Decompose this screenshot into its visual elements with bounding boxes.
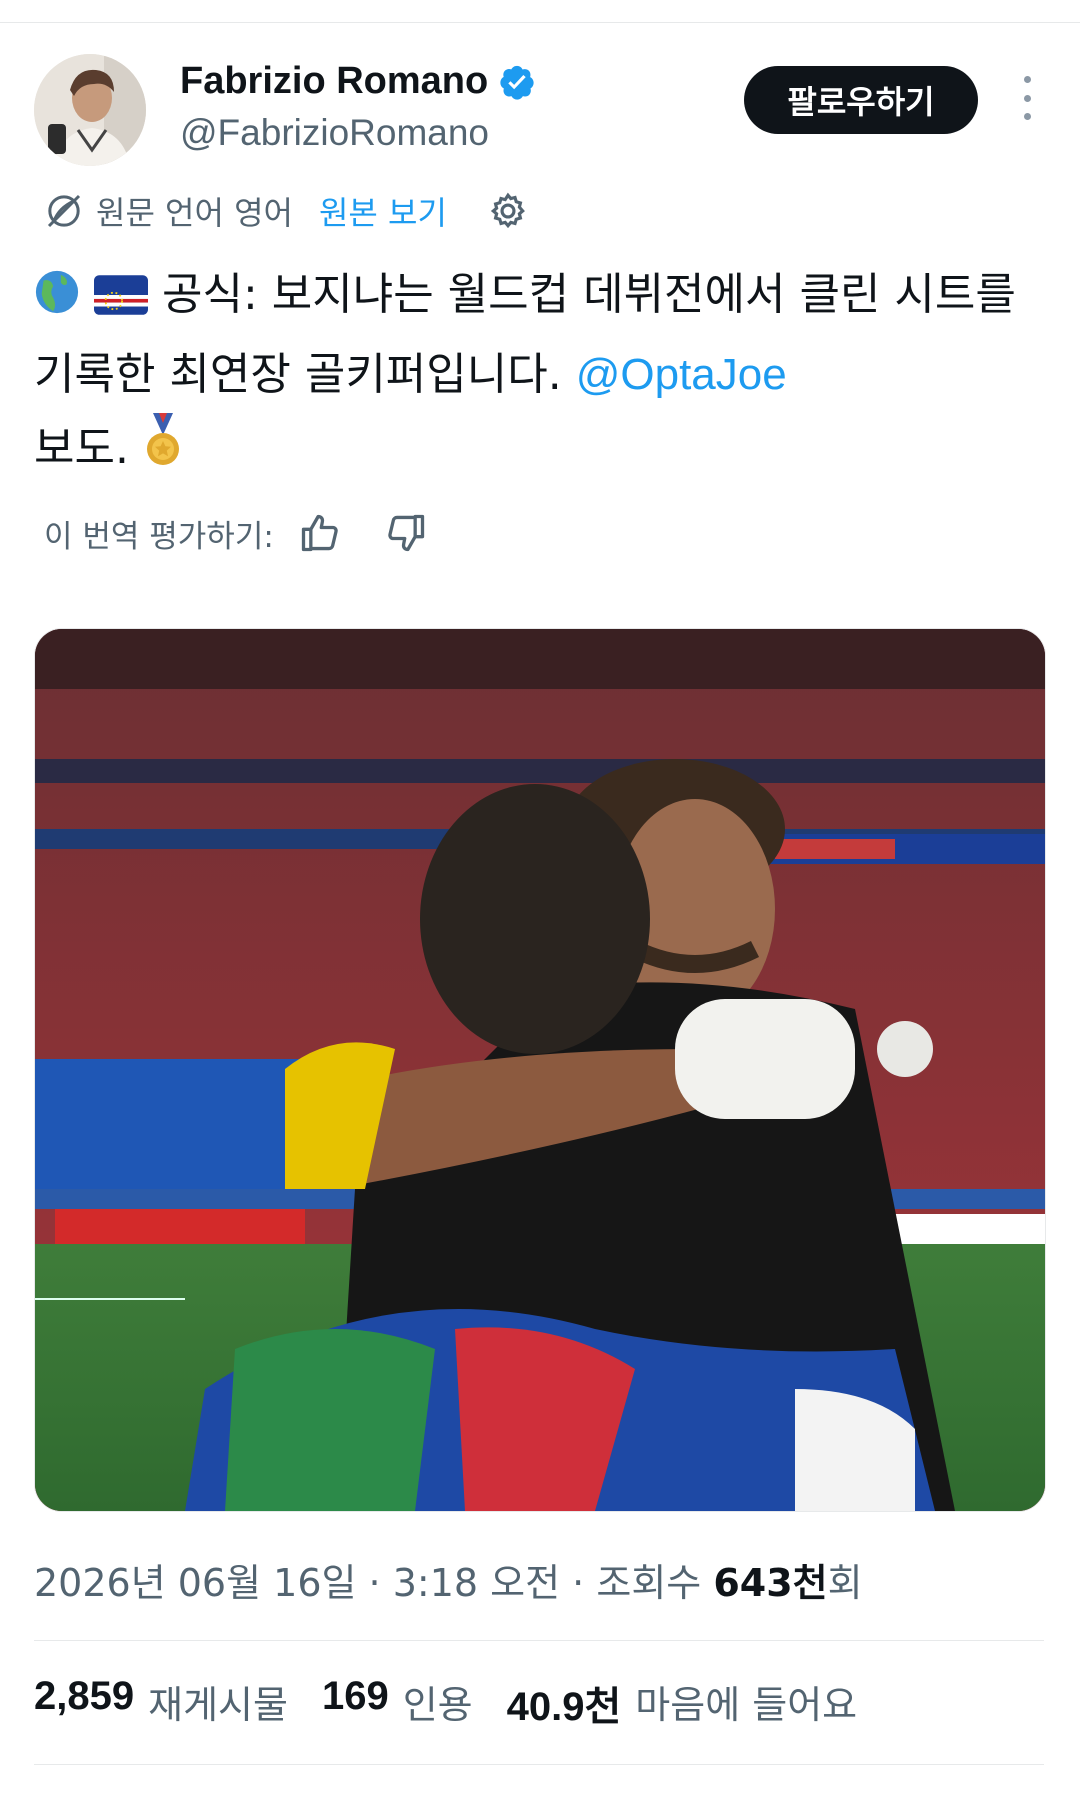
retweets-stat[interactable]: 2,859 재게시물 — [34, 1674, 288, 1732]
quotes-label: 인용 — [402, 1683, 473, 1727]
quotes-count: 169 — [321, 1674, 389, 1718]
quotes-stat[interactable]: 169 인용 — [322, 1674, 473, 1732]
goalkeeper-hug-photo — [35, 629, 1045, 1511]
meta-separator: · — [368, 1561, 381, 1605]
cape-verde-flag-icon — [94, 264, 148, 338]
divider — [34, 1764, 1044, 1765]
gear-icon[interactable] — [487, 190, 529, 232]
thumbs-up-icon[interactable] — [298, 511, 342, 555]
top-divider — [0, 22, 1080, 23]
likes-count: 40.9천 — [506, 1685, 622, 1729]
show-original-link[interactable]: 원본 보기 — [319, 188, 447, 234]
likes-stat[interactable]: 40.9천 마음에 들어요 — [507, 1674, 858, 1732]
medal-icon — [143, 413, 183, 492]
retweets-label: 재게시물 — [148, 1683, 288, 1727]
avatar[interactable] — [34, 54, 146, 166]
rate-translation-label: 이 번역 평가하기: — [44, 518, 274, 555]
engagement-stats: 2,859 재게시물 169 인용 40.9천 마음에 들어요 — [34, 1674, 857, 1732]
more-vertical-icon[interactable] — [1012, 76, 1042, 120]
tweet-header: Fabrizio Romano @FabrizioRomano 팔로우하기 — [34, 54, 1046, 166]
rate-translation: 이 번역 평가하기: — [44, 508, 428, 558]
mention-link[interactable]: @OptaJoe — [576, 350, 787, 399]
translation-bar: 원문 언어 영어 원본 보기 — [44, 188, 529, 234]
follow-button[interactable]: 팔로우하기 — [744, 66, 978, 134]
globe-americas-icon — [34, 264, 80, 338]
verified-badge-icon — [500, 65, 534, 100]
tweet-photo[interactable] — [34, 628, 1046, 1512]
source-language-label: 원문 언어 영어 — [96, 194, 293, 232]
views-count: 643천 — [713, 1561, 828, 1605]
meta-separator: · — [572, 1561, 585, 1605]
views-suffix: 회 — [827, 1561, 863, 1605]
author-name-row[interactable]: Fabrizio Romano — [180, 60, 536, 103]
author-name[interactable]: Fabrizio Romano — [180, 60, 488, 103]
translate-icon — [47, 194, 81, 228]
author-handle[interactable]: @FabrizioRomano — [180, 112, 489, 154]
tweet-time[interactable]: 3:18 오전 — [393, 1561, 560, 1605]
divider — [34, 1640, 1044, 1641]
views-label: 조회수 — [596, 1561, 702, 1605]
tweet-suffix: 보도. — [34, 423, 129, 474]
tweet-text: 공식: 보지냐는 월드컵 데뷔전에서 클린 시트를 기록한 최연장 골키퍼입니다… — [34, 258, 1044, 492]
tweet-body: 공식: 보지냐는 월드컵 데뷔전에서 클린 시트를 기록한 최연장 골키퍼입니다… — [34, 269, 1016, 400]
thumbs-down-icon[interactable] — [384, 511, 428, 555]
tweet-metadata: 2026년 06월 16일 · 3:18 오전 · 조회수 643천회 — [34, 1552, 863, 1607]
retweets-count: 2,859 — [34, 1674, 135, 1718]
likes-label: 마음에 들어요 — [635, 1683, 858, 1727]
tweet-date[interactable]: 2026년 06월 16일 — [34, 1561, 356, 1605]
